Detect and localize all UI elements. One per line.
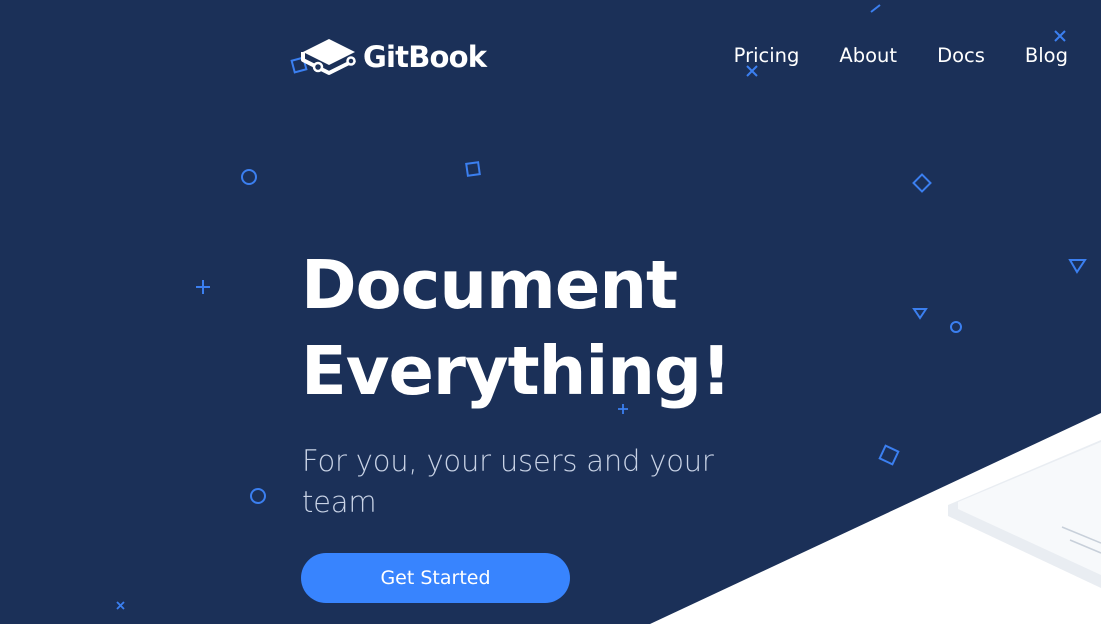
hero-title-line-2: Everything! [301, 332, 732, 410]
get-started-button[interactable]: Get Started [301, 553, 570, 603]
dash-shape [870, 4, 881, 13]
brand-name: GitBook [363, 39, 487, 74]
hero-title-line-1: Document [301, 246, 678, 324]
circle-shape [250, 488, 266, 504]
nav-link-docs[interactable]: Docs [937, 44, 985, 68]
book-icon [301, 39, 356, 75]
hero-subtitle: For you, your users and your team [302, 444, 714, 519]
square-shape [878, 444, 900, 466]
nav-link-blog[interactable]: Blog [1025, 44, 1068, 68]
square-shape [465, 161, 481, 177]
circle-shape [241, 169, 257, 185]
nav-link-about[interactable]: About [839, 44, 897, 68]
hero-title: Document Everything! [301, 242, 821, 414]
circle-shape [950, 321, 962, 333]
cross-shape [116, 601, 125, 610]
triangle-shape [1068, 259, 1087, 274]
nav-link-pricing[interactable]: Pricing [734, 44, 800, 68]
triangle-shape [912, 308, 928, 320]
top-nav: Pricing About Docs Blog [734, 44, 1068, 68]
cross-shape [1054, 30, 1066, 42]
gitbook-logo[interactable]: GitBook [301, 36, 487, 78]
plus-shape [196, 280, 210, 294]
square-shape [912, 173, 932, 193]
